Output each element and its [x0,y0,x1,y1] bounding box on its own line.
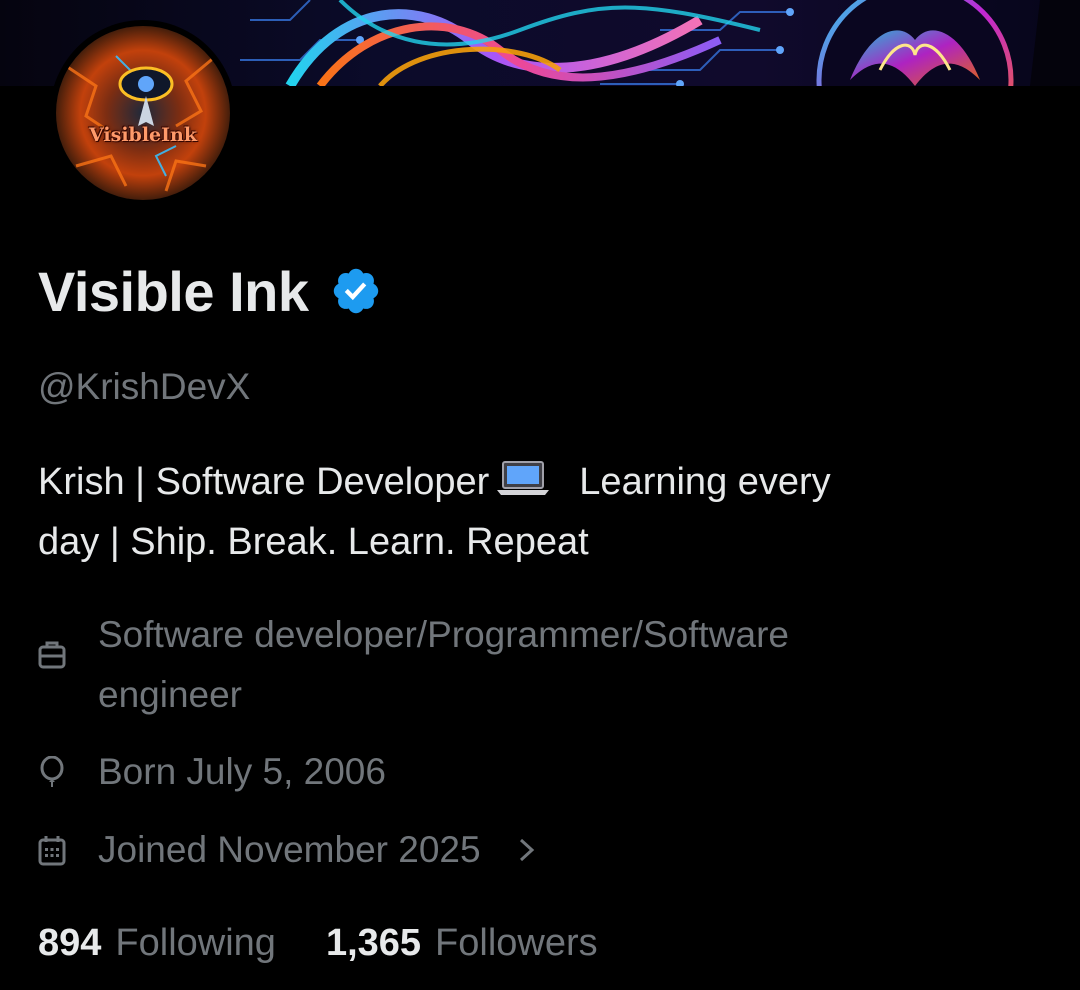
user-handle: @KrishDevX [38,366,251,407]
balloon-icon [38,755,66,788]
followers-label: Followers [435,922,598,964]
chevron-right-icon[interactable] [517,834,537,866]
briefcase-icon [38,639,66,671]
following-label: Following [115,922,276,964]
follow-counts: 894 Following 1,365 Followers [38,913,648,973]
profile-job-row: Software developer/Programmer/Software e… [38,605,789,725]
calendar-icon [38,834,66,866]
job-text: Software developer/Programmer/Software e… [98,605,789,725]
following-count: 894 [38,922,102,964]
profile-page: VisibleInk Visible Ink @KrishDevX Krish … [0,0,1080,990]
verified-badge-icon[interactable] [330,265,382,317]
birthday-text: Born July 5, 2006 [98,751,386,792]
avatar-text: VisibleInk [89,124,197,146]
joined-text: Joined November 2025 [98,829,481,870]
bio-text-part2: Learning every [579,461,831,503]
followers-link[interactable]: 1,365 Followers [326,913,598,973]
job-line-2: engineer [98,674,243,715]
avatar-image: VisibleInk [56,26,230,200]
followers-count: 1,365 [325,922,422,964]
bio-line-1: Krish | Software Developer Learning ever… [38,452,1038,512]
laptop-emoji-icon [497,454,550,514]
profile-bio: Krish | Software Developer Learning ever… [38,452,1038,572]
bio-text-part1: Krish | Software Developer [38,461,490,503]
profile-birthday-row: Born July 5, 2006 [38,742,386,802]
job-line-1: Software developer/Programmer/Software [98,614,789,655]
profile-avatar[interactable]: VisibleInk [50,20,236,206]
following-link[interactable]: 894 Following [38,913,276,973]
display-name: Visible Ink [38,259,309,323]
profile-joined-row[interactable]: Joined November 2025 [38,820,537,880]
name-row: Visible Ink [38,256,382,326]
bio-line-2: day | Ship. Break. Learn. Repeat [38,521,589,563]
